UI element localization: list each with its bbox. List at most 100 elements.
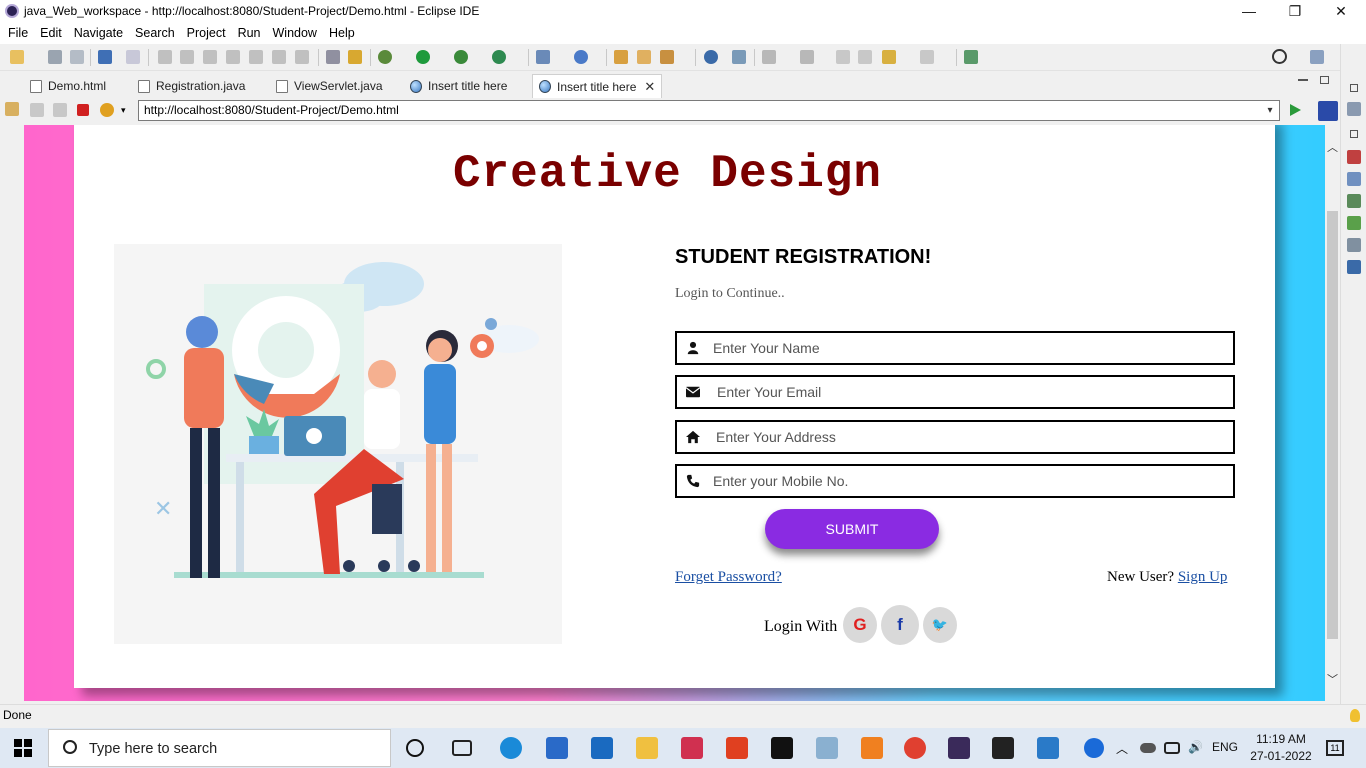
google-icon[interactable]: G — [843, 607, 877, 643]
skip-breakpoints-icon[interactable] — [126, 50, 140, 64]
twitter-icon[interactable]: 🐦 — [923, 607, 957, 643]
save-all-icon[interactable] — [70, 50, 84, 64]
open-task-icon[interactable] — [637, 50, 651, 64]
scroll-up-icon[interactable]: ︿ — [1325, 139, 1340, 155]
app-icon[interactable] — [681, 737, 703, 759]
minimize-view-icon[interactable] — [1298, 79, 1308, 81]
mobile-field[interactable] — [675, 464, 1235, 498]
address-field[interactable] — [675, 420, 1235, 454]
notes-icon[interactable] — [816, 737, 838, 759]
new-server-icon[interactable] — [536, 50, 550, 64]
next-annotation-icon[interactable] — [762, 50, 776, 64]
bookmark-icon[interactable] — [5, 102, 19, 116]
search-icon[interactable] — [1272, 49, 1287, 64]
sign-up-link[interactable]: Sign Up — [1178, 569, 1228, 585]
terminal-icon[interactable] — [992, 737, 1014, 759]
restore-panel-icon-2[interactable] — [1350, 130, 1358, 138]
suspend-icon[interactable] — [180, 50, 194, 64]
run-coverage-icon[interactable] — [454, 50, 468, 64]
menu-edit[interactable]: Edit — [34, 22, 68, 44]
search-tool-icon[interactable] — [660, 50, 674, 64]
volume-icon[interactable]: 🔊 — [1188, 740, 1203, 754]
drop-to-frame-icon[interactable] — [326, 50, 340, 64]
restore-panel-icon[interactable] — [1350, 84, 1358, 92]
annotation-icon[interactable] — [732, 50, 746, 64]
tab-registration-java[interactable]: Registration.java — [132, 74, 251, 98]
run-icon[interactable] — [416, 50, 430, 64]
outline-icon[interactable] — [1347, 102, 1361, 116]
terminal-icon[interactable] — [98, 50, 112, 64]
edge-icon[interactable] — [500, 737, 522, 759]
back-icon[interactable] — [30, 103, 44, 117]
open-perspective-icon[interactable] — [1310, 50, 1324, 64]
snippets-icon[interactable] — [1347, 238, 1361, 252]
debug-icon[interactable] — [378, 50, 392, 64]
forward-history-icon[interactable] — [858, 50, 872, 64]
step-into-icon[interactable] — [249, 50, 263, 64]
name-input[interactable] — [713, 337, 1193, 359]
file-explorer-icon[interactable] — [636, 737, 658, 759]
minimize-button[interactable]: — — [1226, 0, 1272, 22]
menu-file[interactable]: File — [2, 22, 34, 44]
notification-icon[interactable]: 11 — [1326, 740, 1344, 756]
mail-icon[interactable] — [591, 737, 613, 759]
store-icon[interactable] — [546, 737, 568, 759]
facebook-icon[interactable]: f — [881, 605, 919, 645]
address-input[interactable] — [716, 426, 1196, 448]
taskbar-search[interactable]: Type here to search — [48, 729, 391, 767]
cortana-icon[interactable] — [406, 739, 424, 757]
chrome-icon[interactable] — [904, 737, 926, 759]
lightbulb-icon[interactable] — [1350, 709, 1360, 722]
forward-icon[interactable] — [53, 103, 67, 117]
url-bar[interactable]: http://localhost:8080/Student-Project/De… — [138, 100, 1280, 121]
scroll-thumb[interactable] — [1327, 211, 1338, 639]
windows-start-icon[interactable] — [14, 739, 32, 757]
refresh-dropdown-icon[interactable]: ▾ — [121, 105, 126, 116]
pin-editor-icon[interactable] — [964, 50, 978, 64]
menu-window[interactable]: Window — [267, 22, 323, 44]
photos-icon[interactable] — [1037, 737, 1059, 759]
menu-help[interactable]: Help — [323, 22, 361, 44]
close-tab-icon[interactable]: ✕ — [644, 79, 655, 95]
open-type-icon[interactable] — [614, 50, 628, 64]
vertical-scrollbar[interactable]: ︿ ﹀ — [1325, 125, 1340, 701]
new-icon[interactable] — [10, 50, 24, 64]
disconnect-icon[interactable] — [226, 50, 240, 64]
close-button[interactable]: ✕ — [1318, 0, 1364, 22]
menu-project[interactable]: Project — [181, 22, 232, 44]
open-external-browser-icon[interactable] — [1318, 101, 1338, 121]
go-icon[interactable] — [1290, 104, 1301, 116]
terminate-icon[interactable] — [203, 50, 217, 64]
url-dropdown-icon[interactable]: ▾ — [1261, 101, 1279, 120]
mobile-input[interactable] — [713, 470, 1193, 492]
restore-button[interactable]: ❐ — [1272, 0, 1318, 22]
forget-password-link[interactable]: Forget Password? — [675, 569, 782, 586]
chevron-up-icon[interactable]: ︿ — [1116, 740, 1128, 757]
forward-icon[interactable] — [920, 50, 934, 64]
tab-insert-title-2[interactable]: Insert title here ✕ — [532, 74, 663, 98]
menu-run[interactable]: Run — [232, 22, 267, 44]
external-tools-icon[interactable] — [492, 50, 506, 64]
office-icon[interactable] — [726, 737, 748, 759]
markers-icon[interactable] — [1347, 150, 1361, 164]
new-class-icon[interactable] — [574, 50, 588, 64]
language-indicator[interactable]: ENG — [1212, 740, 1238, 754]
dropbox-icon[interactable] — [771, 737, 793, 759]
step-over-icon[interactable] — [272, 50, 286, 64]
menu-navigate[interactable]: Navigate — [68, 22, 129, 44]
properties-icon[interactable] — [1347, 172, 1361, 186]
network-icon[interactable] — [1164, 742, 1180, 754]
refresh-icon[interactable] — [100, 103, 114, 117]
sublime-icon[interactable] — [861, 737, 883, 759]
task-view-icon[interactable] — [452, 740, 472, 756]
step-return-icon[interactable] — [295, 50, 309, 64]
onedrive-icon[interactable] — [1140, 743, 1156, 753]
console-icon[interactable] — [1347, 260, 1361, 274]
maximize-view-icon[interactable] — [1320, 76, 1329, 84]
eclipse-icon[interactable] — [948, 737, 970, 759]
back-icon[interactable] — [882, 50, 896, 64]
servers-icon[interactable] — [1347, 194, 1361, 208]
prev-annotation-icon[interactable] — [800, 50, 814, 64]
menu-search[interactable]: Search — [129, 22, 181, 44]
tab-insert-title-1[interactable]: Insert title here — [404, 74, 513, 98]
